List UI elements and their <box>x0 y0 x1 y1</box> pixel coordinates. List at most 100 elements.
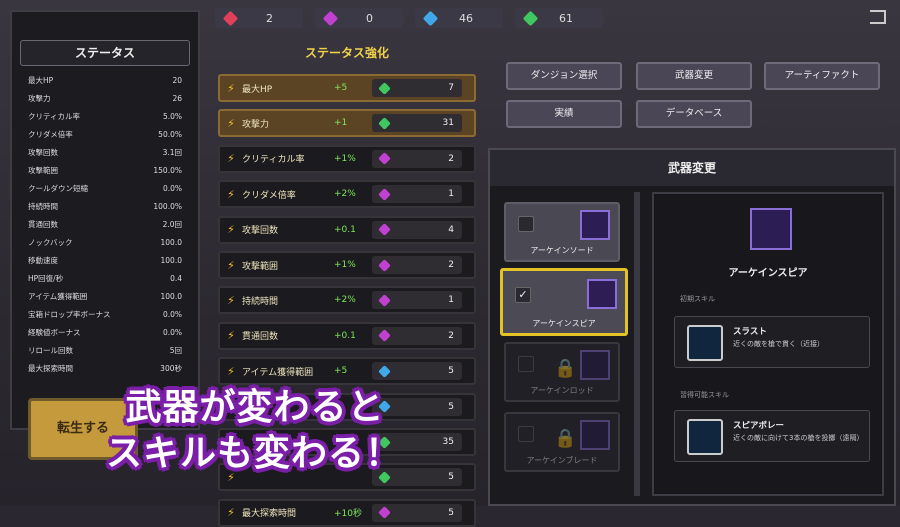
upgrade-increment: +5 <box>334 366 348 377</box>
upgrade-row[interactable]: ⚡ 攻撃回数 +0.1 4 <box>218 215 476 244</box>
stat-value: 3.1回 <box>162 148 182 157</box>
scrollbar[interactable] <box>634 192 640 496</box>
stat-value: 2.0回 <box>162 220 182 229</box>
upgrade-row[interactable]: ⚡ 最大HP +5 7 <box>218 74 476 102</box>
cost-value: 5 <box>448 366 454 377</box>
upgrade-row[interactable]: ⚡ 持続時間 +2% 1 <box>218 286 476 315</box>
gem-icon <box>378 152 391 166</box>
stat-label: 貫通回数 <box>28 220 58 229</box>
upgrade-name: 最大探索時間 <box>242 509 297 520</box>
upgrade-name: クリダメ倍率 <box>242 190 296 201</box>
weapon-card-blade[interactable]: 🔒 アーケインブレード <box>504 412 620 472</box>
weapon-card-rod[interactable]: 🔒 アーケインロッド <box>504 342 620 402</box>
blue-gem-icon <box>422 10 439 26</box>
upgrade-cost[interactable]: 2 <box>372 256 462 274</box>
stat-label: クリダメ倍率 <box>28 130 73 139</box>
stat-value: 100.0% <box>153 202 182 211</box>
skill-box-thrust: スラスト 近くの敵を槍で貫く（近接） <box>674 316 870 368</box>
stat-value: 300秒 <box>160 364 182 373</box>
spear-volley-icon <box>687 419 723 455</box>
upgrade-name: 攻撃力 <box>242 119 270 130</box>
resource-value: 61 <box>559 11 573 25</box>
stat-row: 経験値ボーナス 0.0% <box>12 324 198 342</box>
stat-label: 攻撃範囲 <box>28 166 58 175</box>
cost-value: 1 <box>448 189 454 200</box>
exit-icon[interactable] <box>870 10 886 24</box>
upgrade-cost[interactable]: 4 <box>372 220 462 239</box>
stat-label: HP回復/秒 <box>28 274 64 283</box>
stat-label: 持続時間 <box>28 202 58 211</box>
stat-value: 26 <box>172 94 182 103</box>
stat-value: 0.0% <box>162 184 182 193</box>
skill-desc: 近くの敵に向けて3本の槍を投擲（遠隔） <box>733 434 864 442</box>
promo-banner-line2: スキルも変わる！ <box>105 433 402 474</box>
cost-value: 4 <box>448 224 454 235</box>
dungeon-select-button[interactable]: ダンジョン選択 <box>506 62 622 90</box>
cost-value: 5 <box>448 472 454 483</box>
stat-row: 持続時間 100.0% <box>12 198 198 216</box>
cost-value: 35 <box>442 437 454 447</box>
checkmark-icon[interactable]: ✓ <box>515 287 531 303</box>
upgrade-cost[interactable]: 5 <box>372 503 462 522</box>
status-title: ステータス <box>20 40 190 66</box>
weapon-card-sword[interactable]: アーケインソード <box>504 202 620 262</box>
spear-icon <box>750 208 792 250</box>
stat-value: 5回 <box>169 346 182 355</box>
stat-row: クリダメ倍率 50.0% <box>12 126 198 144</box>
upgrade-name: 攻撃範囲 <box>242 261 279 272</box>
rod-icon <box>580 350 610 380</box>
bolt-icon: ⚡ <box>227 223 235 237</box>
weapon-name: アーケインスピア <box>532 319 596 328</box>
weapon-card-spear[interactable]: ✓ アーケインスピア <box>500 268 628 336</box>
stat-row: 最大探索時間 300秒 <box>12 360 198 378</box>
weapon-change-panel: 武器変更 アーケインソード ✓ アーケインスピア 🔒 アーケインロッド 🔒 アー… <box>488 148 896 506</box>
upgrade-cost[interactable]: 2 <box>372 149 462 168</box>
red-gem-icon <box>222 10 239 26</box>
upgrade-cost[interactable]: 7 <box>372 79 462 97</box>
upgrade-name: 貫通回数 <box>242 332 279 343</box>
checkbox[interactable] <box>518 426 534 442</box>
bolt-icon: ⚡ <box>227 293 235 307</box>
database-button[interactable]: データベース <box>636 100 752 128</box>
upgrade-row[interactable]: ⚡ クリティカル率 +1% 2 <box>218 144 476 173</box>
stat-value: 100.0 <box>160 292 182 301</box>
stat-label: 攻撃力 <box>28 94 51 103</box>
upgrade-increment: +10秒 <box>334 509 362 520</box>
stat-label: 最大探索時間 <box>28 364 73 373</box>
weapon-change-button[interactable]: 武器変更 <box>636 62 752 90</box>
stat-value: 0.0% <box>162 310 182 319</box>
upgrade-row[interactable]: ⚡ 攻撃力 +1 31 <box>218 109 476 138</box>
checkbox[interactable] <box>518 356 534 372</box>
bolt-icon: ⚡ <box>227 258 235 272</box>
stat-label: クールダウン短縮 <box>28 184 88 193</box>
upgrade-increment: +0.1 <box>334 224 356 235</box>
upgrade-row[interactable]: ⚡ 最大探索時間 +10秒 5 <box>218 498 476 527</box>
upgrade-cost[interactable]: 2 <box>372 326 462 345</box>
blade-icon <box>580 420 610 450</box>
upgrade-row[interactable]: ⚡ 貫通回数 +0.1 2 <box>218 321 476 350</box>
bolt-icon: ⚡ <box>227 187 235 201</box>
green-gem-icon <box>522 10 539 26</box>
resource-bar: 2 0 46 61 <box>215 8 603 28</box>
stat-label: ノックバック <box>28 238 73 247</box>
cost-value: 31 <box>442 118 454 129</box>
spear-icon <box>587 279 617 309</box>
stat-label: 最大HP <box>28 76 54 85</box>
stat-row: アイテム獲得範囲 100.0 <box>12 288 198 306</box>
promo-banner-line1: 武器が変わると <box>125 387 385 428</box>
upgrade-cost[interactable]: 31 <box>372 114 462 133</box>
upgrade-cost[interactable]: 1 <box>372 291 462 310</box>
upgrade-name: 持続時間 <box>242 296 279 307</box>
lock-icon: 🔒 <box>554 358 577 379</box>
artifact-button[interactable]: アーティファクト <box>764 62 880 90</box>
upgrade-row[interactable]: ⚡ 攻撃範囲 +1% 2 <box>218 251 476 279</box>
stat-row: クリティカル率 5.0% <box>12 108 198 126</box>
upgrade-cost[interactable]: 1 <box>372 185 462 204</box>
checkbox[interactable] <box>518 216 534 232</box>
upgrade-name: クリティカル率 <box>242 155 305 166</box>
gem-icon <box>378 258 391 272</box>
skill-box-volley: スピアボレー 近くの敵に向けて3本の槍を投擲（遠隔） <box>674 410 870 462</box>
resource-blue: 46 <box>415 8 503 28</box>
achievement-button[interactable]: 実績 <box>506 100 622 128</box>
upgrade-row[interactable]: ⚡ クリダメ倍率 +2% 1 <box>218 180 476 209</box>
